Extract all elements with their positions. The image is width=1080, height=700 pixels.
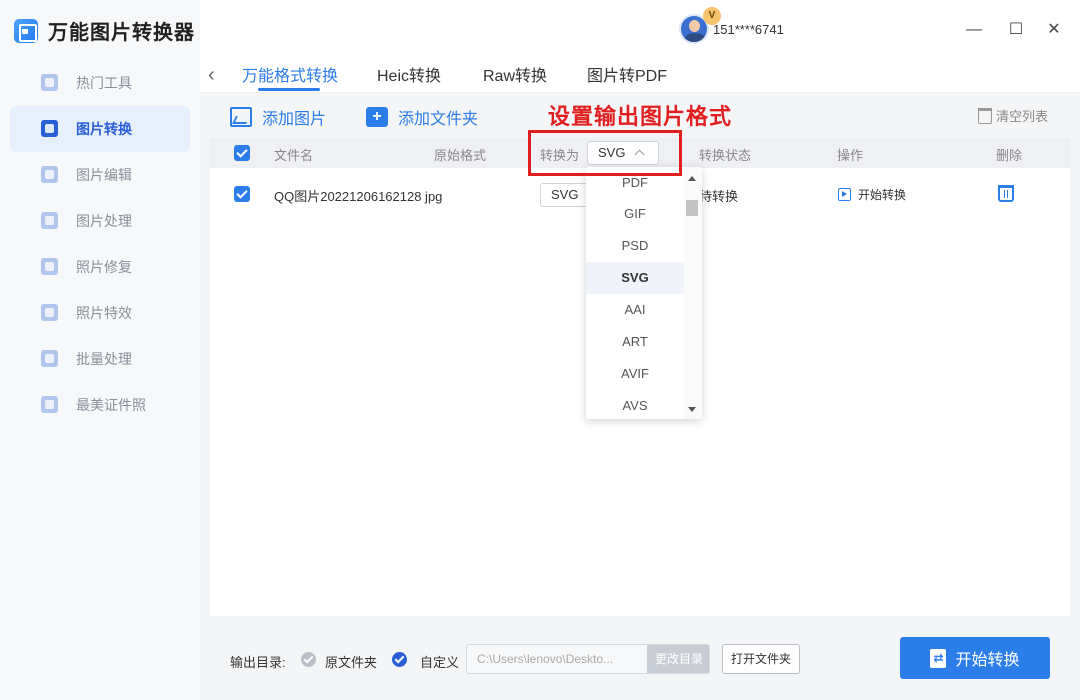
trash-icon: [978, 107, 992, 124]
row-start-convert-button[interactable]: 开始转换: [838, 186, 906, 203]
format-dropdown: PDF GIF PSD SVG AAI ART AVIF AVS: [586, 167, 702, 419]
row-status: 待转换: [699, 189, 739, 204]
clear-list-button[interactable]: 清空列表: [978, 106, 1048, 125]
annotation-text: 设置输出图片格式: [548, 104, 733, 129]
format-option-gif[interactable]: GIF: [586, 198, 684, 230]
image-edit-icon: [40, 165, 60, 185]
close-button[interactable]: ✕: [1044, 20, 1064, 40]
image-process-icon: [40, 211, 60, 231]
sidebar-item-label: 图片转换: [76, 121, 132, 137]
output-path-field[interactable]: C:\Users\lenovo\Deskto... 更改目录: [466, 644, 710, 674]
vip-badge: V: [703, 7, 721, 25]
open-folder-button[interactable]: 打开文件夹: [722, 644, 800, 674]
convert-icon: [930, 648, 947, 668]
clear-list-label: 清空列表: [996, 109, 1049, 124]
row-format-value: SVG: [551, 187, 579, 202]
header-action: 操作: [837, 148, 864, 163]
app-logo-icon: [14, 18, 38, 43]
sidebar-item-photo-repair[interactable]: 照片修复: [10, 244, 190, 290]
dropdown-scroll-thumb[interactable]: [686, 200, 698, 216]
sidebar-item-batch[interactable]: 批量处理: [10, 336, 190, 382]
id-photo-icon: [40, 395, 60, 415]
add-image-label: 添加图片: [262, 111, 327, 128]
sidebar-item-hot-tools[interactable]: 热门工具: [10, 60, 190, 106]
add-folder-icon: [366, 107, 388, 127]
start-convert-label: 开始转换: [955, 652, 1020, 669]
format-option-aai[interactable]: AAI: [586, 294, 684, 326]
add-image-button[interactable]: 添加图片: [230, 105, 326, 129]
back-icon[interactable]: ‹: [208, 64, 215, 87]
header-status: 转换状态: [699, 148, 752, 163]
scroll-up-icon[interactable]: [688, 176, 696, 181]
output-dir-label: 输出目录:: [230, 655, 286, 670]
format-option-avs[interactable]: AVS: [586, 390, 684, 419]
tab-universal-format[interactable]: 万能格式转换: [242, 62, 338, 86]
row-start-convert-label: 开始转换: [858, 188, 907, 202]
radio-custom-folder[interactable]: [392, 652, 407, 667]
sidebar-item-label: 照片特效: [76, 305, 132, 321]
format-option-avif[interactable]: AVIF: [586, 358, 684, 390]
sidebar-item-label: 批量处理: [76, 351, 132, 367]
output-path-value: C:\Users\lenovo\Deskto...: [477, 652, 614, 666]
start-convert-button[interactable]: 开始转换: [900, 637, 1050, 679]
radio-original-folder[interactable]: [301, 652, 316, 667]
row-filename: QQ图片20221206162128 jpg: [274, 189, 443, 204]
sidebar-nav: 热门工具 图片转换 图片编辑 图片处理 照片修复 照片特效 批量处理 最美证件照: [10, 60, 190, 428]
annotation-highlight-box: [528, 130, 682, 176]
original-folder-label: 原文件夹: [325, 655, 378, 670]
header-delete: 删除: [996, 148, 1023, 163]
sidebar-item-image-process[interactable]: 图片处理: [10, 198, 190, 244]
row-delete-icon[interactable]: [998, 185, 1014, 202]
image-convert-icon: [40, 119, 60, 139]
photo-effect-icon: [40, 303, 60, 323]
add-image-icon: [230, 107, 252, 127]
change-dir-button[interactable]: 更改目录: [647, 645, 709, 673]
format-option-psd[interactable]: PSD: [586, 230, 684, 262]
sidebar-item-id-photo[interactable]: 最美证件照: [10, 382, 190, 428]
sidebar-item-label: 图片编辑: [76, 167, 132, 183]
add-folder-button[interactable]: 添加文件夹: [366, 105, 478, 129]
sidebar-item-label: 热门工具: [76, 75, 132, 91]
row-checkbox[interactable]: [234, 186, 250, 202]
sidebar-item-label: 照片修复: [76, 259, 132, 275]
tab-image-to-pdf[interactable]: 图片转PDF: [587, 62, 667, 86]
user-account[interactable]: 151****6741: [679, 14, 784, 44]
sidebar-item-label: 图片处理: [76, 213, 132, 229]
user-name: 151****6741: [713, 21, 784, 37]
sidebar-item-image-convert[interactable]: 图片转换: [10, 106, 190, 152]
sidebar-item-image-edit[interactable]: 图片编辑: [10, 152, 190, 198]
select-all-checkbox[interactable]: [234, 145, 250, 161]
custom-folder-label: 自定义: [420, 655, 460, 670]
format-option-art[interactable]: ART: [586, 326, 684, 358]
app-logo: 万能图片转换器: [14, 16, 195, 45]
add-folder-label: 添加文件夹: [398, 111, 479, 128]
header-original-format: 原始格式: [434, 148, 487, 163]
scroll-down-icon[interactable]: [688, 407, 696, 412]
header-filename: 文件名: [274, 148, 314, 163]
grid-icon: [40, 73, 60, 93]
tab-heic[interactable]: Heic转换: [377, 62, 441, 86]
batch-icon: [40, 349, 60, 369]
tab-active-indicator: [258, 88, 320, 91]
app-title: 万能图片转换器: [48, 22, 195, 44]
play-icon: [838, 188, 851, 201]
maximize-button[interactable]: ☐: [1006, 20, 1026, 40]
sidebar-item-photo-effect[interactable]: 照片特效: [10, 290, 190, 336]
photo-repair-icon: [40, 257, 60, 277]
tab-raw[interactable]: Raw转换: [483, 62, 547, 86]
minimize-button[interactable]: —: [964, 20, 984, 40]
sidebar-item-label: 最美证件照: [76, 397, 146, 413]
sidebar: 万能图片转换器 热门工具 图片转换 图片编辑 图片处理 照片修复 照片特效 批量…: [0, 0, 200, 700]
format-option-svg[interactable]: SVG: [586, 262, 684, 294]
